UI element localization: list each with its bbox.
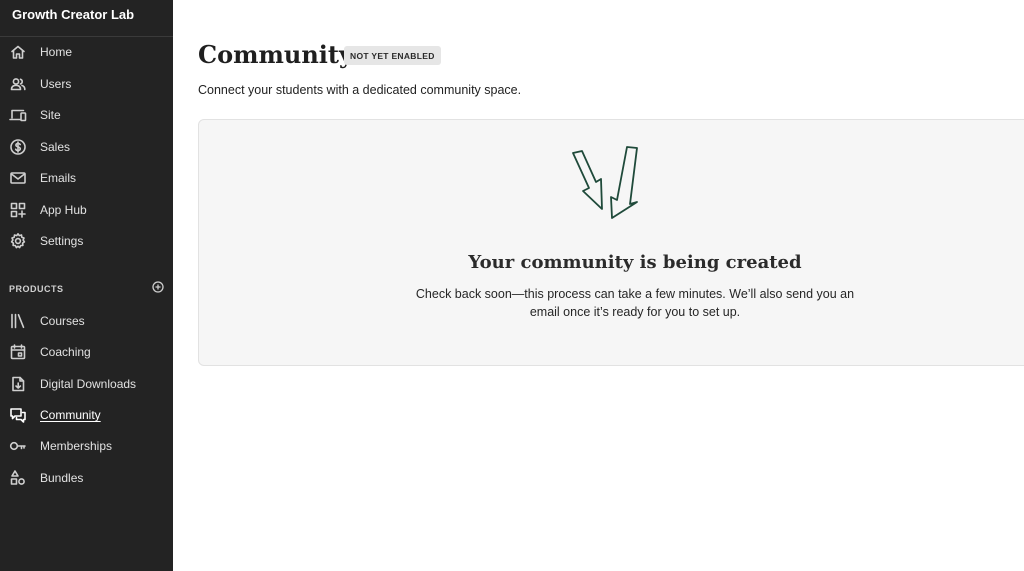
- brand-name[interactable]: Growth Creator Lab: [0, 0, 173, 37]
- apps-grid-icon: [9, 201, 27, 219]
- page-title: Community: [198, 40, 353, 69]
- sidebar-item-label: Site: [40, 108, 61, 122]
- sidebar: Growth Creator Lab Home Users Site Sales…: [0, 0, 173, 571]
- calendar-icon: [9, 343, 27, 361]
- envelope-icon: [9, 169, 27, 187]
- gear-icon: [9, 232, 27, 250]
- sidebar-item-label: Memberships: [40, 439, 113, 453]
- sidebar-item-coaching[interactable]: Coaching: [0, 338, 173, 366]
- sidebar-item-label: Sales: [40, 140, 71, 154]
- page-subtitle: Connect your students with a dedicated c…: [198, 83, 522, 97]
- sidebar-item-label: Digital Downloads: [40, 377, 137, 391]
- sidebar-item-label: Settings: [40, 234, 84, 248]
- products-heading: PRODUCTS: [9, 284, 64, 294]
- sidebar-item-users[interactable]: Users: [0, 70, 173, 98]
- sidebar-item-app-hub[interactable]: App Hub: [0, 196, 173, 224]
- sidebar-item-label: Bundles: [40, 471, 84, 485]
- sidebar-item-bundles[interactable]: Bundles: [0, 464, 173, 492]
- sidebar-item-community[interactable]: Community: [0, 401, 173, 429]
- sidebar-item-site[interactable]: Site: [0, 101, 173, 129]
- sidebar-item-settings[interactable]: Settings: [0, 227, 173, 255]
- home-icon: [9, 43, 27, 61]
- key-icon: [9, 437, 27, 455]
- sidebar-item-emails[interactable]: Emails: [0, 164, 173, 192]
- sidebar-item-label: Home: [40, 45, 73, 59]
- sidebar-item-memberships[interactable]: Memberships: [0, 432, 173, 460]
- panel-title: Your community is being created: [468, 252, 802, 273]
- sidebar-item-digital-downloads[interactable]: Digital Downloads: [0, 370, 173, 398]
- add-product-icon[interactable]: [152, 280, 164, 298]
- chat-bubbles-icon: [9, 406, 27, 424]
- books-icon: [9, 312, 27, 330]
- sidebar-item-label: Courses: [40, 314, 85, 328]
- download-file-icon: [9, 375, 27, 393]
- sidebar-item-label: Coaching: [40, 345, 91, 359]
- dollar-circle-icon: [9, 138, 27, 156]
- sidebar-item-label: Users: [40, 77, 72, 91]
- users-icon: [9, 75, 27, 93]
- sidebar-item-label: Emails: [40, 171, 77, 185]
- devices-icon: [9, 106, 27, 124]
- sidebar-item-label: App Hub: [40, 203, 87, 217]
- status-badge: NOT YET ENABLED: [344, 46, 441, 65]
- sidebar-item-courses[interactable]: Courses: [0, 307, 173, 335]
- shapes-icon: [9, 469, 27, 487]
- sidebar-item-home[interactable]: Home: [0, 38, 173, 66]
- arrows-down-icon: [571, 145, 641, 225]
- main-content: Community NOT YET ENABLED Connect your s…: [173, 0, 1024, 571]
- panel-message: Check back soon—this process can take a …: [415, 287, 855, 319]
- products-section-header: PRODUCTS: [9, 280, 164, 298]
- sidebar-item-sales[interactable]: Sales: [0, 133, 173, 161]
- sidebar-item-label: Community: [40, 408, 101, 422]
